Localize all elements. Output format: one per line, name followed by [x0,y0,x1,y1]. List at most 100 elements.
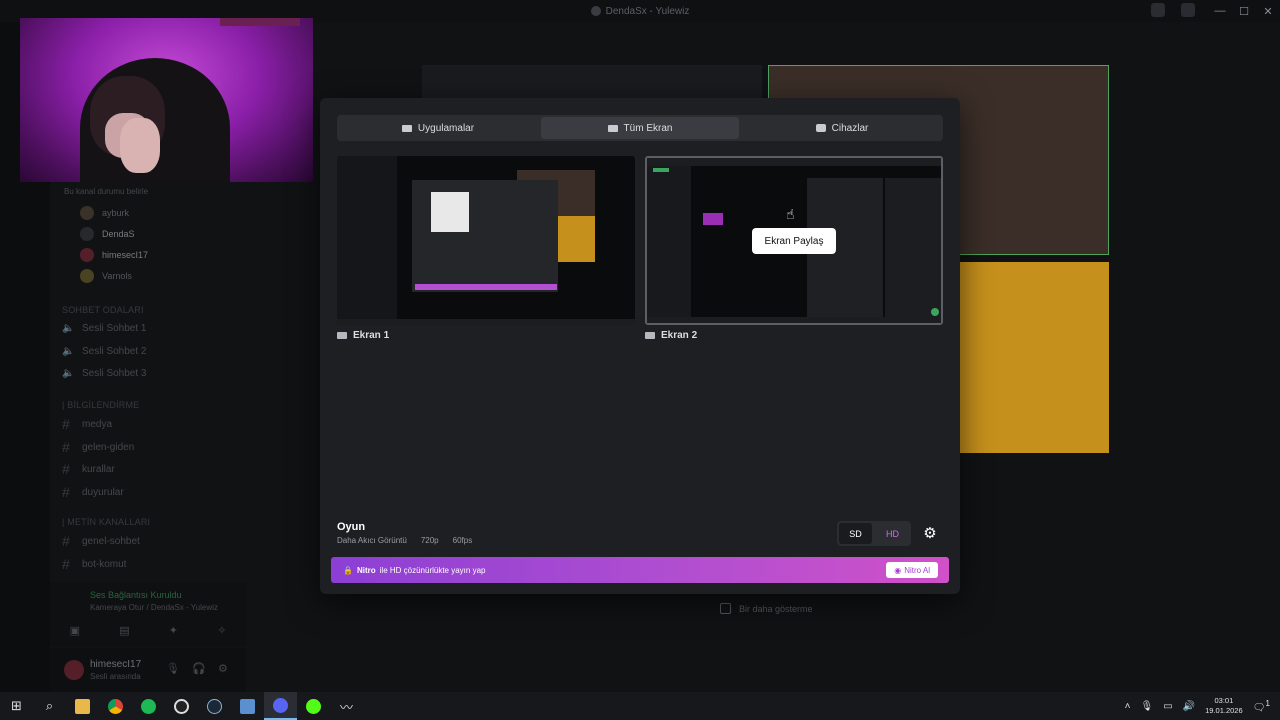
tooltip-label: Ekran Paylaş [764,235,824,247]
voice-channel[interactable]: 🔈 Sesli Sohbet 3 [62,368,147,379]
nitro-upsell-bar: 🔒 Nitro ile HD çözünürlükte yayın yap ◉ … [331,557,949,583]
text-channel[interactable]: # genel-sohbet [62,533,140,549]
screen-thumbnail-1[interactable] [337,156,635,325]
nitro-icon: ◉ [894,565,902,575]
thumb-sidebar [337,156,397,319]
network-icon[interactable]: ▭ [1163,701,1172,712]
chrome-icon[interactable] [99,692,132,720]
voice-user-name: himesecI17 [102,250,149,260]
text-channel[interactable]: # duyurular [62,484,124,500]
category-voice[interactable]: SOHBET ODALARI [62,305,144,315]
channel-name: Sesli Sohbet 3 [82,368,147,379]
app-icon-misc[interactable]: 〰 [330,692,363,720]
webcam-light [220,18,300,26]
close-button[interactable]: ✕ [1256,5,1280,18]
dont-show-again[interactable]: Bir daha gösterme [720,603,813,614]
voice-user-name: ayburk [102,208,130,218]
voice-user[interactable]: Varnols [80,269,132,283]
voice-user[interactable]: ayburk [80,206,129,220]
start-button[interactable]: ⊞ [0,692,33,720]
category-label: SOHBET ODALARI [62,305,144,315]
stream-settings-gear-icon[interactable]: ⚙ [920,524,940,544]
notepad-icon[interactable] [231,692,264,720]
maximize-button[interactable]: ☐ [1232,5,1256,18]
windows-taskbar: ⊞ ⌕ 〰 ˄ 🎙 ▭ 🔊 03:01 19.01.2026 🗨1 [0,692,1280,720]
speaker-icon: 🔈 [62,346,75,357]
webcam-hand [120,118,160,173]
thumb-logo [653,168,669,172]
channel-name: Sesli Sohbet 1 [82,323,147,334]
voice-channel[interactable]: 🔈 Sesli Sohbet 1 [62,323,147,334]
user-name: himesecI17 [90,659,142,670]
category-label: | METİN KANALLARI [62,517,151,527]
voice-user-name: Varnols [102,271,132,281]
app-icon-green[interactable] [297,692,330,720]
text-channel[interactable]: # gelen-giden [62,439,134,455]
resolution-toggle: SD HD [837,521,911,546]
hash-icon: # [62,556,70,572]
monitor-icon [337,332,347,339]
screen-name: Ekran 2 [661,330,698,341]
gear-icon[interactable]: ⚙ [218,662,228,675]
hd-option[interactable]: HD [876,523,909,544]
clock-date: 19.01.2026 [1205,706,1243,715]
monitor-icon [607,124,618,132]
voice-location-text: Kameraya Otur / DendaSx - Yulewiz [90,603,218,612]
checkbox[interactable] [720,603,731,614]
avatar [80,206,94,220]
tab-entire-screen[interactable]: Tüm Ekran [541,117,739,139]
spotify-icon[interactable] [132,692,165,720]
tab-label: Uygulamalar [417,122,475,134]
source-tabs: Uygulamalar Tüm Ekran Cihazlar [337,115,943,141]
channel-name: duyurular [82,486,124,498]
text-channel[interactable]: # medya [62,416,112,432]
soundboard-icon[interactable]: ✧ [217,624,226,637]
voice-channel[interactable]: 🔈 Sesli Sohbet 2 [62,346,147,357]
get-nitro-button[interactable]: ◉ Nitro Al [886,562,938,578]
speaker-icon: 🔈 [62,323,75,334]
voice-user[interactable]: DendaS [80,227,135,241]
microphone-icon[interactable]: 🎙 [1141,701,1154,712]
sd-option[interactable]: SD [839,523,872,544]
microphone-icon[interactable]: 🎙 [166,662,180,675]
inbox-icon[interactable] [1151,3,1165,17]
thumb-taskbar [647,317,941,323]
headphones-icon[interactable]: 🎧 [192,662,206,675]
voice-status-text: Ses Bağlantısı Kuruldu [90,590,182,600]
hash-icon: # [62,533,70,549]
volume-icon[interactable]: 🔊 [1183,701,1195,712]
file-explorer-icon[interactable] [66,692,99,720]
activities-icon[interactable]: ✦ [169,624,178,637]
clock[interactable]: 03:01 19.01.2026 [1205,696,1243,716]
search-icon[interactable]: ⌕ [33,692,66,720]
avatar[interactable] [64,660,84,680]
category-text[interactable]: | METİN KANALLARI [62,517,150,527]
chevron-up-icon[interactable]: ˄ [1125,701,1131,712]
category-info[interactable]: | BİLGİLENDİRME [62,400,139,410]
quality-title: Oyun [337,521,366,533]
lock-icon: 🔒 [343,565,353,575]
notification-icon[interactable]: 🗨1 [1253,698,1270,713]
channel-name: gelen-giden [82,441,135,453]
speaker-icon: 🔈 [62,368,75,379]
get-nitro-label: Nitro Al [904,565,930,575]
steam-icon[interactable] [198,692,231,720]
minimize-button[interactable]: — [1208,5,1232,17]
voice-user-name: DendaS [102,229,135,239]
hash-icon: # [62,461,70,477]
screen-share-icon[interactable]: ▤ [119,624,129,637]
obs-icon[interactable] [165,692,198,720]
camera-off-icon[interactable]: ▣ [70,624,80,637]
hash-icon: # [62,484,70,500]
window-title-group: DendaSx - Yulewiz [590,6,689,17]
text-channel[interactable]: # bot-komut [62,556,126,572]
help-icon[interactable] [1181,3,1195,17]
tab-applications[interactable]: Uygulamalar [339,117,537,139]
voice-user[interactable]: himesecI17 [80,248,148,262]
thumb-window [431,192,469,232]
text-channel[interactable]: # kurallar [62,461,115,477]
tab-devices[interactable]: Cihazlar [743,117,941,139]
discord-taskbar-icon[interactable] [264,692,297,720]
channel-name: medya [82,418,113,430]
share-screen-tooltip-button[interactable]: Ekran Paylaş [752,228,836,254]
